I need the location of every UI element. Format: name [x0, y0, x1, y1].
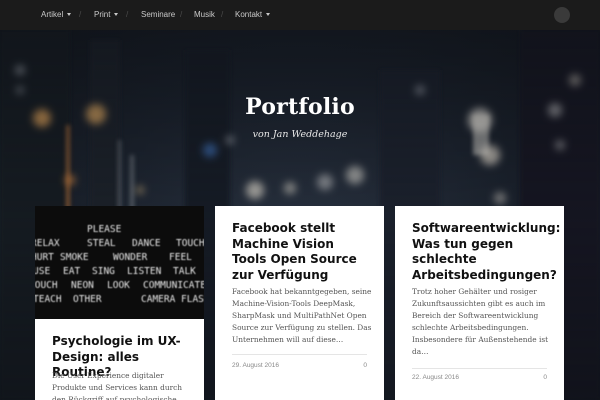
nav-item-print[interactable]: Print: [94, 0, 119, 30]
neon-word: WONDER: [113, 252, 148, 263]
neon-word: OTHER: [73, 294, 102, 305]
neon-word: CAMERA: [141, 294, 176, 305]
article-image[interactable]: PLEASE RELAX STEAL DANCE TOUCH HURT SMOK…: [35, 206, 204, 319]
neon-word: FEEL: [169, 252, 192, 263]
neon-word: USE: [35, 266, 50, 277]
article-excerpt: Die User Experience digitaler Produkte u…: [52, 371, 183, 400]
nav-separator: /: [126, 10, 129, 19]
top-navigation: Artikel / Print / Seminare / Musik / Kon…: [0, 0, 600, 30]
neon-word: TOUCH: [176, 238, 204, 249]
neon-word: COMMUNICATE: [143, 280, 204, 291]
article-card[interactable]: Facebook stellt Machine Vision Tools Ope…: [215, 206, 384, 400]
article-date: 22. August 2016: [412, 374, 459, 381]
nav-item-kontakt[interactable]: Kontakt: [235, 0, 271, 30]
article-excerpt: Facebook hat bekanntgegeben, seine Machi…: [232, 287, 372, 344]
neon-word: PLEASE: [87, 224, 122, 235]
neon-word: TALK: [173, 266, 196, 277]
article-card[interactable]: PLEASE RELAX STEAL DANCE TOUCH HURT SMOK…: [35, 206, 204, 400]
divider: [412, 368, 547, 369]
neon-word: HURT: [35, 252, 54, 263]
neon-word: LISTEN: [127, 266, 162, 277]
page-title: Portfolio: [245, 94, 355, 120]
chevron-down-icon: [67, 13, 72, 17]
nav-item-seminare[interactable]: Seminare: [141, 0, 175, 30]
neon-word: DANCE: [132, 238, 161, 249]
neon-word: LOOK: [107, 280, 130, 291]
nav-separator: /: [221, 10, 224, 19]
neon-word: TOUCH: [35, 280, 58, 291]
nav-item-label: Seminare: [141, 10, 176, 19]
article-date: 29. August 2016: [232, 362, 279, 369]
article-title[interactable]: Facebook stellt Machine Vision Tools Ope…: [232, 221, 372, 283]
article-excerpt: Trotz hoher Gehälter und rosiger Zukunft…: [412, 287, 549, 356]
article-title[interactable]: Softwareentwicklung: Was tun gegen schle…: [412, 221, 560, 283]
neon-word: TEACH: [35, 294, 62, 305]
nav-separator: /: [79, 10, 82, 19]
nav-item-label: Musik: [194, 10, 215, 19]
neon-word: RELAX: [35, 238, 60, 249]
chevron-down-icon: [114, 13, 119, 17]
article-card[interactable]: Softwareentwicklung: Was tun gegen schle…: [395, 206, 564, 400]
nav-item-musik[interactable]: Musik: [194, 0, 215, 30]
chevron-down-icon: [266, 13, 271, 17]
neon-word: STEAL: [87, 238, 116, 249]
page-subtitle: von Jan Weddehage: [252, 129, 348, 140]
divider: [232, 354, 367, 355]
comment-count[interactable]: 0: [363, 362, 367, 369]
neon-word: SING: [92, 266, 115, 277]
nav-item-label: Kontakt: [235, 10, 263, 19]
search-icon[interactable]: [554, 7, 570, 23]
neon-word: EAT: [63, 266, 80, 277]
nav-separator: /: [180, 10, 183, 19]
neon-word: FLASH: [181, 294, 204, 305]
comment-count[interactable]: 0: [543, 374, 547, 381]
neon-word: NEON: [71, 280, 94, 291]
nav-item-artikel[interactable]: Artikel: [41, 0, 72, 30]
neon-word: SMOKE: [60, 252, 89, 263]
neon-words-image: PLEASE RELAX STEAL DANCE TOUCH HURT SMOK…: [35, 224, 204, 305]
nav-item-label: Print: [94, 10, 111, 19]
nav-item-label: Artikel: [41, 10, 64, 19]
